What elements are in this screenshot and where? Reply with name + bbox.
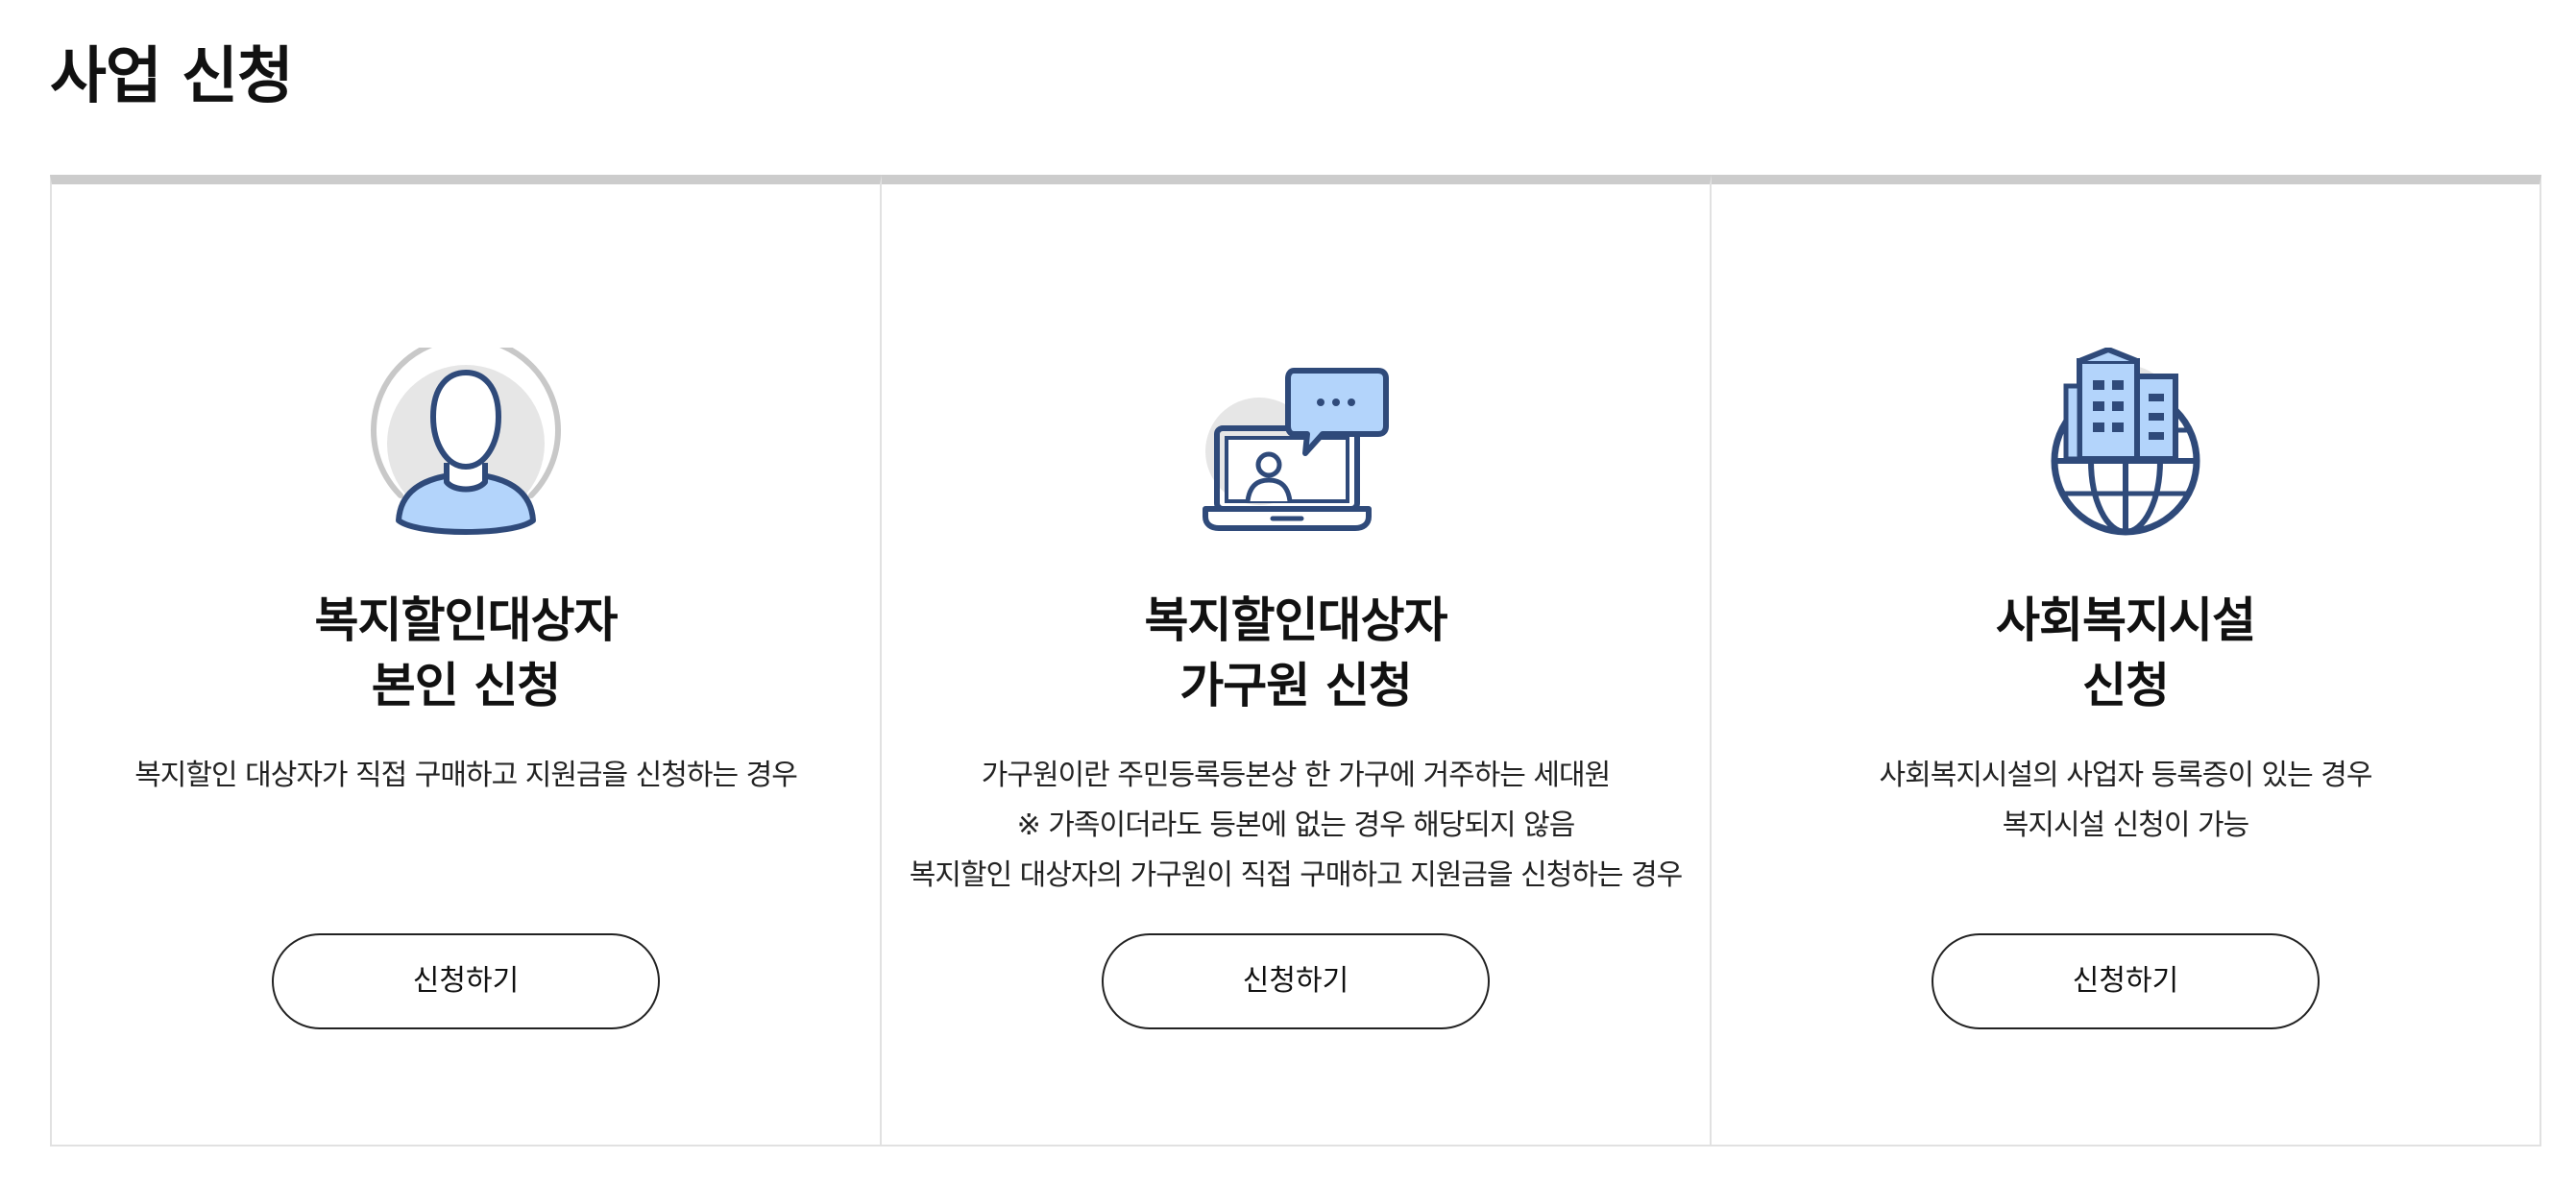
apply-button-household[interactable]: 신청하기 <box>1102 933 1490 1029</box>
card-description-line: ※ 가족이더라도 등본에 없는 경우 해당되지 않음 <box>1016 809 1576 842</box>
person-avatar-icon <box>370 348 562 540</box>
apply-button-self[interactable]: 신청하기 <box>272 933 660 1029</box>
page-title: 사업 신청 <box>50 41 294 112</box>
laptop-chat-icon <box>1200 348 1392 540</box>
card-self-application: 복지할인대상자 본인 신청 복지할인 대상자가 직접 구매하고 지원금을 신청하… <box>50 175 882 1147</box>
apply-button-facility[interactable]: 신청하기 <box>1932 933 2320 1029</box>
card-title: 복지할인대상자 본인 신청 <box>52 588 880 718</box>
card-title: 복지할인대상자 가구원 신청 <box>882 588 1710 718</box>
application-cards: 복지할인대상자 본인 신청 복지할인 대상자가 직접 구매하고 지원금을 신청하… <box>50 175 2541 1147</box>
card-description-line: 복지시설 신청이 가능 <box>2002 809 2249 842</box>
card-title: 사회복지시설 신청 <box>1712 588 2540 718</box>
card-title-line: 가구원 신청 <box>1179 658 1412 713</box>
card-title-line: 복지할인대상자 <box>314 592 619 648</box>
card-description-line: 복지할인 대상자가 직접 구매하고 지원금을 신청하는 경우 <box>134 759 798 792</box>
card-description-line: 사회복지시설의 사업자 등록증이 있는 경우 <box>1879 759 2373 792</box>
card-description: 사회복지시설의 사업자 등록증이 있는 경우 복지시설 신청이 가능 <box>1721 751 2530 851</box>
card-welfare-facility-application: 사회복지시설 신청 사회복지시설의 사업자 등록증이 있는 경우 복지시설 신청… <box>1712 175 2541 1147</box>
building-globe-icon <box>2029 348 2222 540</box>
card-household-application: 복지할인대상자 가구원 신청 가구원이란 주민등록등본상 한 가구에 거주하는 … <box>882 175 1712 1147</box>
card-title-line: 사회복지시설 <box>1996 592 2256 648</box>
card-title-line: 복지할인대상자 <box>1144 592 1448 648</box>
card-description-line: 가구원이란 주민등록등본상 한 가구에 거주하는 세대원 <box>981 759 1611 792</box>
card-description: 가구원이란 주민등록등본상 한 가구에 거주하는 세대원 ※ 가족이더라도 등본… <box>891 751 1700 901</box>
card-description-line: 복지할인 대상자의 가구원이 직접 구매하고 지원금을 신청하는 경우 <box>909 858 1684 892</box>
card-description: 복지할인 대상자가 직접 구매하고 지원금을 신청하는 경우 <box>61 751 870 801</box>
card-title-line: 본인 신청 <box>371 658 561 713</box>
card-title-line: 신청 <box>2082 658 2170 713</box>
